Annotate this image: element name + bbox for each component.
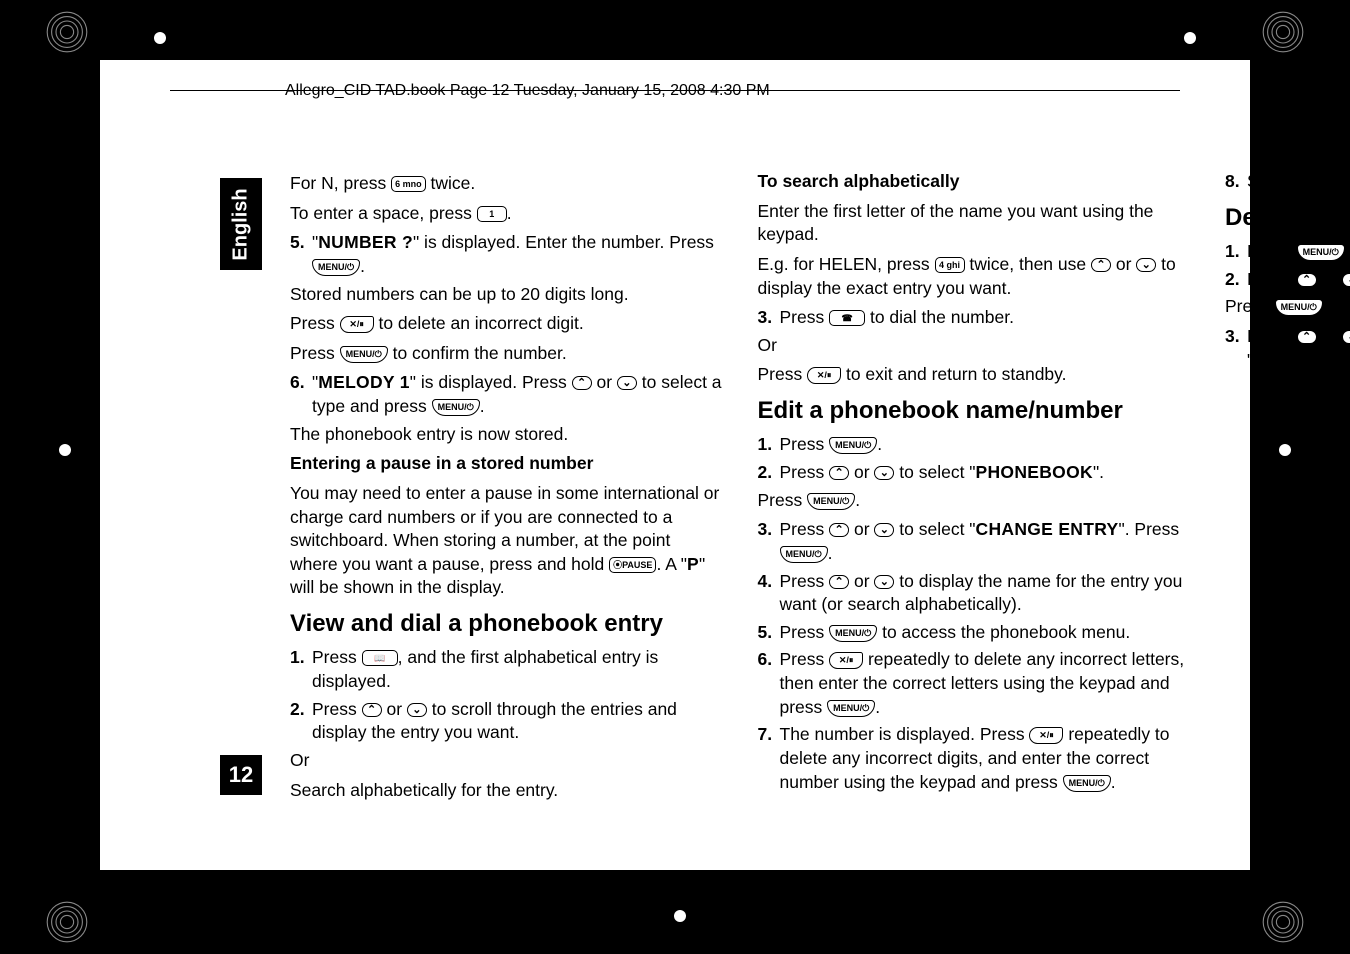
del-step-3: 3. Press ⌃ or ⌄ to select "DELETE ENTRY"…	[1225, 325, 1350, 372]
print-mark-arc	[45, 900, 89, 944]
edit-step-6: 6. Press ✕/⏸ repeatedly to delete any in…	[758, 648, 1191, 719]
view-step-3: 3. Press ☎ to dial the number.	[758, 306, 1191, 330]
key-cancel: ✕/⏸	[807, 367, 841, 384]
key-up: ⌃	[829, 523, 849, 537]
key-menu: MENU/⏻	[340, 346, 388, 363]
key-down: ⌄	[874, 466, 894, 480]
edit-step-8: 8. Select a melody type and press MENU/⏻…	[1225, 170, 1350, 194]
page-number: 12	[220, 755, 262, 795]
key-menu: MENU/⏻	[827, 700, 875, 717]
print-mark-arc	[45, 10, 89, 54]
key-up: ⌃	[362, 703, 382, 717]
key-dial: ☎	[829, 310, 865, 326]
key-menu: MENU/⏻	[829, 625, 877, 642]
edit-step-4: 4. Press ⌃ or ⌄ to display the name for …	[758, 570, 1191, 617]
line-or: Or	[290, 749, 723, 773]
key-menu: MENU/⏻	[312, 259, 360, 276]
key-menu: MENU/⏻	[829, 437, 877, 454]
key-down: ⌄	[1342, 273, 1350, 287]
key-6: 6 mno	[391, 176, 426, 192]
key-up: ⌃	[829, 575, 849, 589]
heading-edit: Edit a phonebook name/number	[758, 395, 1191, 427]
view-step-1: 1. Press 📖, and the first alphabetical e…	[290, 646, 723, 693]
line-space: To enter a space, press 1.	[290, 202, 723, 226]
key-down: ⌄	[874, 523, 894, 537]
key-up: ⌃	[1297, 330, 1317, 344]
edit-step-3: 3. Press ⌃ or ⌄ to select "CHANGE ENTRY"…	[758, 518, 1191, 565]
key-down: ⌄	[1136, 258, 1156, 272]
line-press-menu: Press MENU/⏻.	[758, 489, 1191, 513]
line-example: E.g. for HELEN, press 4 ghi twice, then …	[758, 253, 1191, 300]
key-down: ⌄	[407, 703, 427, 717]
key-up: ⌃	[829, 466, 849, 480]
del-step-1: 1. Press MENU/⏻.	[1225, 240, 1350, 264]
key-menu: MENU/⏻	[807, 493, 855, 510]
edit-step-1: 1. Press MENU/⏻.	[758, 433, 1191, 457]
edit-step-7: 7. The number is displayed. Press ✕/⏸ re…	[758, 723, 1191, 794]
key-down: ⌄	[617, 376, 637, 390]
content-columns: For N, press 6 mno twice. To enter a spa…	[290, 170, 1190, 810]
manual-page: Allegro_CID TAD.book Page 12 Tuesday, Ja…	[100, 60, 1250, 870]
key-down: ⌄	[874, 575, 894, 589]
print-crosshair	[1160, 8, 1220, 68]
heading-pause: Entering a pause in a stored number	[290, 452, 723, 476]
print-mark-arc	[1261, 10, 1305, 54]
line-or2: Or	[758, 334, 1191, 358]
heading-view-dial: View and dial a phonebook entry	[290, 608, 723, 640]
heading-search: To search alphabetically	[758, 170, 1191, 194]
key-menu: MENU/⏻	[1063, 775, 1111, 792]
key-menu: MENU/⏻	[780, 546, 828, 563]
key-1: 1	[477, 206, 507, 222]
line-search-body: Enter the first letter of the name you w…	[758, 200, 1191, 247]
key-up: ⌃	[572, 376, 592, 390]
language-tab: English	[220, 178, 262, 270]
print-crosshair	[130, 8, 190, 68]
edit-step-5: 5. Press MENU/⏻ to access the phonebook …	[758, 621, 1191, 645]
line-stored: The phonebook entry is now stored.	[290, 423, 723, 447]
key-menu: MENU/⏻	[432, 399, 480, 416]
print-crosshair	[1255, 420, 1315, 480]
key-up: ⌃	[1297, 273, 1317, 287]
line-search: Search alphabetically for the entry.	[290, 779, 723, 803]
view-step-2: 2. Press ⌃ or ⌄ to scroll through the en…	[290, 698, 723, 745]
line-n: For N, press 6 mno twice.	[290, 172, 723, 196]
key-4: 4 ghi	[935, 257, 965, 273]
line-press-menu-2: Press MENU/⏻.	[1225, 295, 1350, 319]
line-stored-digits: Stored numbers can be up to 20 digits lo…	[290, 283, 723, 307]
header-text: Allegro_CID TAD.book Page 12 Tuesday, Ja…	[285, 82, 770, 100]
del-step-2: 2. Press ⌃ or ⌄ to select "PHONEBOOK".	[1225, 268, 1350, 292]
key-down: ⌄	[1342, 330, 1350, 344]
key-up: ⌃	[1091, 258, 1111, 272]
key-cancel: ✕/⏸	[829, 652, 863, 669]
key-menu: MENU/⏻	[1297, 244, 1345, 261]
line-exit: Press ✕/⏸ to exit and return to standby.	[758, 363, 1191, 387]
line-pause-body: You may need to enter a pause in some in…	[290, 482, 723, 600]
key-pause: ⦿PAUSE	[609, 557, 656, 573]
print-crosshair	[650, 886, 710, 946]
key-menu: MENU/⏻	[1275, 299, 1323, 316]
line-confirm: Press MENU/⏻ to confirm the number.	[290, 342, 723, 366]
key-cancel: ✕/⏸	[340, 316, 374, 333]
print-crosshair	[35, 420, 95, 480]
key-cancel: ✕/⏸	[1029, 727, 1063, 744]
step-6: 6. "MELODY 1" is displayed. Press ⌃ or ⌄…	[290, 371, 723, 418]
heading-delete: Delete a phonebook name/number	[1225, 202, 1350, 234]
key-phonebook: 📖	[362, 650, 398, 666]
step-5: 5. "NUMBER ?" is displayed. Enter the nu…	[290, 231, 723, 278]
edit-step-2: 2. Press ⌃ or ⌄ to select "PHONEBOOK".	[758, 461, 1191, 485]
line-delete-digit: Press ✕/⏸ to delete an incorrect digit.	[290, 312, 723, 336]
print-mark-arc	[1261, 900, 1305, 944]
